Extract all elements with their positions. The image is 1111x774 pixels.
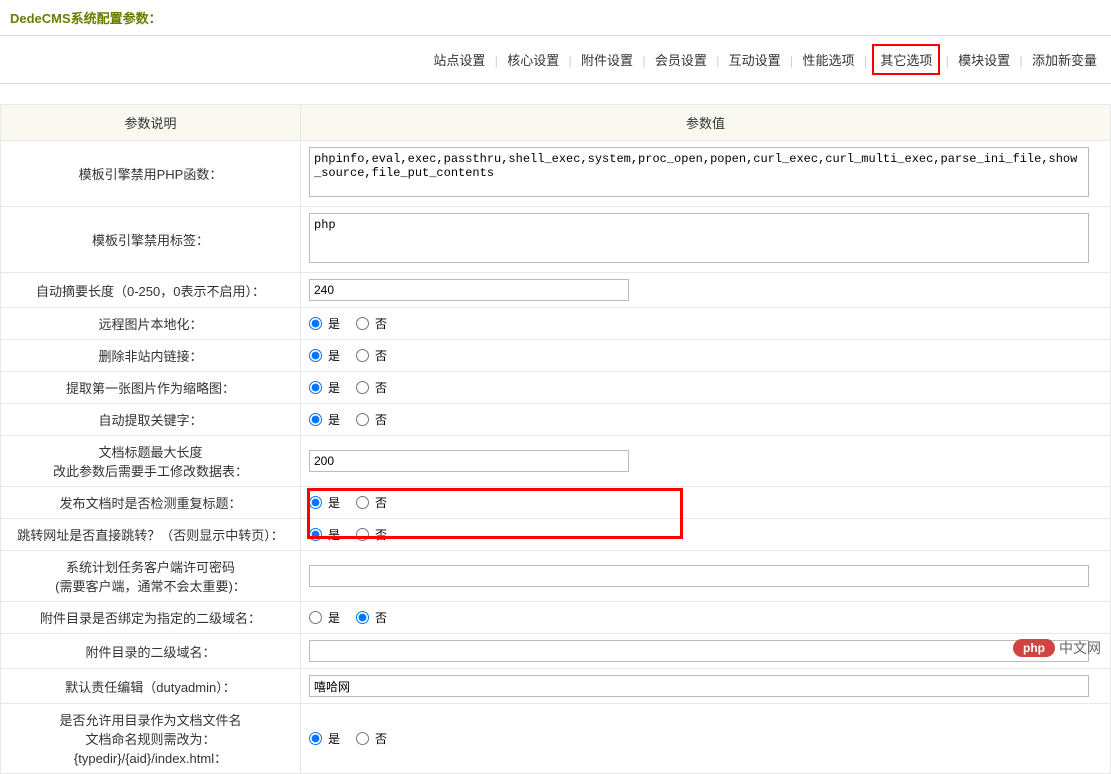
tab-core[interactable]: 核心设置 [503,50,563,69]
radio-first-thumb-yes[interactable] [309,381,322,394]
input-auto-summary[interactable] [309,279,629,301]
radio-check-dup-yes[interactable] [309,496,322,509]
watermark-badge: php [1013,639,1055,657]
col-value: 参数值 [301,105,1111,141]
tab-interact[interactable]: 互动设置 [725,50,785,69]
tab-addvar[interactable]: 添加新变量 [1028,50,1101,69]
watermark: php 中文网 [1013,638,1101,658]
label-attach-bound: 附件目录是否绑定为指定的二级域名： [1,602,301,634]
input-php-disabled[interactable]: phpinfo,eval,exec,passthru,shell_exec,sy… [309,147,1089,197]
config-table: 参数说明 参数值 模板引擎禁用PHP函数： phpinfo,eval,exec,… [0,104,1111,774]
tab-member[interactable]: 会员设置 [651,50,711,69]
tab-site[interactable]: 站点设置 [429,50,489,69]
radio-first-thumb-no[interactable] [356,381,369,394]
page-title: DedeCMS系统配置参数： [10,8,162,27]
col-desc: 参数说明 [1,105,301,141]
label-remote-img: 远程图片本地化： [1,308,301,340]
radio-auto-keywords-yes[interactable] [309,413,322,426]
radio-remote-img-no[interactable] [356,317,369,330]
label-php-disabled: 模板引擎禁用PHP函数： [1,141,301,207]
tabs-bar: 站点设置 | 核心设置 | 附件设置 | 会员设置 | 互动设置 | 性能选项 … [0,36,1111,84]
label-redirect-direct: 跳转网址是否直接跳转？（否则显示中转页）： [1,519,301,551]
radio-remote-img-yes[interactable] [309,317,322,330]
label-auto-keywords: 自动提取关键字： [1,404,301,436]
label-del-offsite: 删除非站内链接： [1,340,301,372]
input-client-pwd[interactable] [309,565,1089,587]
tab-other[interactable]: 其它选项 [872,44,940,75]
label-check-dup: 发布文档时是否检测重复标题： [1,487,301,519]
radio-redirect-no[interactable] [356,528,369,541]
label-attach-domain: 附件目录的二级域名： [1,634,301,669]
label-first-thumb: 提取第一张图片作为缩略图： [1,372,301,404]
label-dir-filename: 是否允许用目录作为文档文件名 文档命名规则需改为：{typedir}/{aid}… [1,704,301,774]
radio-check-dup-no[interactable] [356,496,369,509]
radio-dir-filename-no[interactable] [356,732,369,745]
tab-attach[interactable]: 附件设置 [577,50,637,69]
input-title-maxlen[interactable] [309,450,629,472]
radio-attach-bound-yes[interactable] [309,611,322,624]
input-tag-disabled[interactable]: php [309,213,1089,263]
radio-redirect-yes[interactable] [309,528,322,541]
input-attach-domain[interactable] [309,640,1089,662]
radio-del-offsite-yes[interactable] [309,349,322,362]
radio-dir-filename-yes[interactable] [309,732,322,745]
radio-del-offsite-no[interactable] [356,349,369,362]
radio-auto-keywords-no[interactable] [356,413,369,426]
radio-attach-bound-no[interactable] [356,611,369,624]
tab-performance[interactable]: 性能选项 [799,50,859,69]
tab-module[interactable]: 模块设置 [954,50,1014,69]
label-client-pwd: 系统计划任务客户端许可密码 (需要客户端，通常不会太重要)： [1,551,301,602]
input-duty-admin[interactable] [309,675,1089,697]
watermark-text: 中文网 [1059,638,1101,658]
label-title-maxlen: 文档标题最大长度 改此参数后需要手工修改数据表： [1,436,301,487]
label-tag-disabled: 模板引擎禁用标签： [1,207,301,273]
label-auto-summary: 自动摘要长度（0-250，0表示不启用）： [1,273,301,308]
label-duty-admin: 默认责任编辑（dutyadmin）： [1,669,301,704]
